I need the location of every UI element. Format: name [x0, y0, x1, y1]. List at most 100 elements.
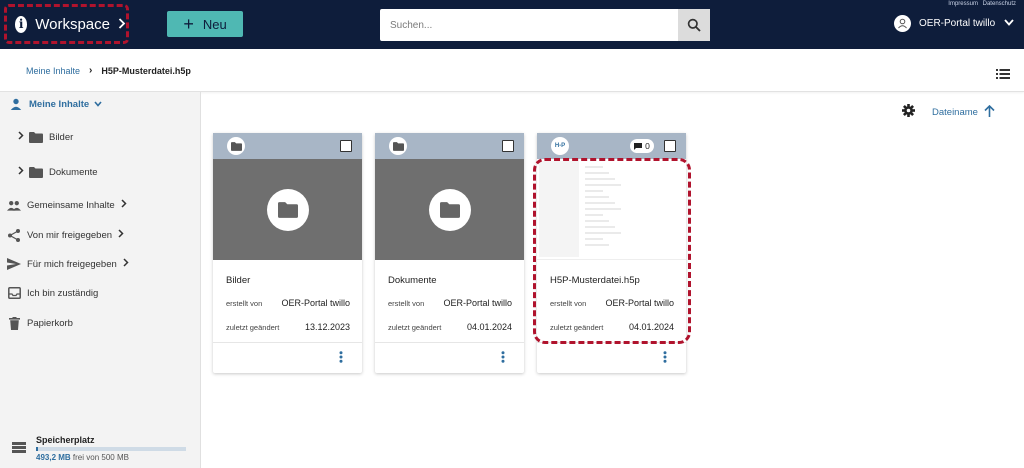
file-card-dokumente[interactable]: Dokumente erstellt von OER-Portal twillo…	[375, 133, 524, 373]
select-checkbox[interactable]	[664, 140, 676, 152]
datenschutz-link[interactable]: Datenschutz	[983, 1, 1016, 7]
card-modified-row: zuletzt geändert 13.12.2023	[226, 322, 350, 332]
card-title: H5P-Musterdatei.h5p	[550, 275, 640, 286]
sidebar-item-label: Gemeinsame Inhalte	[27, 199, 115, 211]
sidebar-item-label: Dokumente	[49, 166, 98, 178]
workspace-label: Workspace	[35, 15, 110, 33]
share-icon	[7, 228, 21, 242]
send-icon	[7, 257, 21, 271]
storage-free-text: frei von 500 MB	[72, 453, 129, 462]
person-icon	[9, 97, 23, 111]
sort-controls: Dateiname	[902, 104, 995, 120]
top-bar: Impressum Datenschutz i Workspace + Neu …	[0, 0, 1024, 49]
breadcrumb-separator-icon: ›	[89, 65, 93, 76]
new-button-label: Neu	[202, 16, 227, 32]
storage-free-amount: 493,2 MB	[36, 453, 71, 462]
card-created-row: erstellt von OER-Portal twillo	[226, 298, 350, 308]
sidebar-item-bilder[interactable]: Bilder	[18, 130, 73, 144]
top-links: Impressum Datenschutz	[945, 1, 1016, 7]
modified-label: zuletzt geändert	[226, 322, 280, 332]
sidebar-item-meine-inhalte[interactable]: Meine Inhalte	[9, 97, 102, 111]
comments-badge[interactable]: 0	[630, 139, 654, 153]
folder-icon	[428, 188, 471, 231]
search-box	[380, 9, 710, 41]
storage-icon	[12, 440, 26, 458]
storage-text: 493,2 MB frei von 500 MB	[36, 453, 186, 462]
card-preview	[537, 159, 686, 260]
sidebar-item-label: Papierkorb	[27, 317, 73, 329]
sidebar-item-von-mir-freigegeben[interactable]: Von mir freigegeben	[7, 228, 124, 242]
sort-label[interactable]: Dateiname	[932, 107, 978, 118]
sidebar-item-label: Für mich freigegeben	[27, 258, 117, 270]
card-header	[213, 133, 362, 159]
arrow-up-icon[interactable]	[984, 104, 995, 120]
more-options-icon[interactable]	[339, 350, 343, 368]
new-button[interactable]: + Neu	[167, 11, 243, 37]
impressum-link[interactable]: Impressum	[948, 1, 978, 7]
card-header: H-P 0	[537, 133, 686, 159]
sidebar-item-fuer-mich-freigegeben[interactable]: Für mich freigegeben	[7, 257, 129, 271]
user-menu[interactable]: OER-Portal twillo	[894, 15, 1014, 32]
gear-icon[interactable]	[902, 104, 915, 120]
created-label: erstellt von	[226, 298, 263, 308]
sidebar-item-label: Ich bin zuständig	[27, 287, 99, 299]
sidebar-item-dokumente[interactable]: Dokumente	[18, 165, 98, 179]
search-input[interactable]	[380, 9, 678, 41]
card-title: Bilder	[226, 275, 251, 286]
modified-date: 13.12.2023	[304, 322, 350, 332]
card-modified-row: zuletzt geändert 04.01.2024	[550, 322, 674, 332]
storage-indicator: Speicherplatz 493,2 MB frei von 500 MB	[12, 435, 186, 462]
chevron-right-icon	[121, 199, 127, 211]
more-options-icon[interactable]	[501, 350, 505, 368]
sidebar-item-gemeinsame-inhalte[interactable]: Gemeinsame Inhalte	[7, 198, 127, 212]
card-divider	[375, 342, 524, 343]
chevron-down-icon	[94, 99, 102, 110]
group-icon	[7, 198, 21, 212]
folder-type-icon	[389, 137, 407, 155]
created-by: OER-Portal twillo	[443, 298, 512, 308]
search-button[interactable]	[678, 9, 710, 41]
card-title: Dokumente	[388, 275, 437, 286]
card-modified-row: zuletzt geändert 04.01.2024	[388, 322, 512, 332]
chevron-down-icon	[1004, 18, 1014, 29]
card-created-row: erstellt von OER-Portal twillo	[388, 298, 512, 308]
folder-icon	[29, 130, 43, 144]
sidebar-item-ich-bin-zustaendig[interactable]: Ich bin zuständig	[7, 286, 98, 300]
select-checkbox[interactable]	[502, 140, 514, 152]
breadcrumb-parent[interactable]: Meine Inhalte	[26, 66, 80, 76]
sidebar: Meine Inhalte Bilder Dokumente Gemeinsam…	[0, 92, 201, 468]
list-view-icon[interactable]	[996, 66, 1010, 84]
folder-icon	[266, 188, 309, 231]
chevron-right-icon	[123, 258, 129, 270]
comment-icon	[634, 142, 643, 150]
document-thumbnail-icon	[539, 161, 621, 257]
chevron-right-icon	[18, 131, 24, 143]
chevron-right-icon	[118, 16, 126, 32]
card-divider	[537, 342, 686, 343]
sidebar-item-papierkorb[interactable]: Papierkorb	[7, 316, 73, 330]
more-options-icon[interactable]	[663, 350, 667, 368]
card-preview	[213, 159, 362, 260]
breadcrumb: Meine Inhalte › H5P-Musterdatei.h5p	[26, 65, 191, 76]
user-name: OER-Portal twillo	[919, 18, 996, 29]
trash-icon	[7, 316, 21, 330]
workspace-button[interactable]: i Workspace	[4, 4, 129, 44]
search-icon	[687, 18, 701, 32]
breadcrumb-current: H5P-Musterdatei.h5p	[101, 65, 191, 76]
modified-label: zuletzt geändert	[550, 322, 604, 332]
modified-date: 04.01.2024	[628, 322, 674, 332]
chevron-right-icon	[118, 229, 124, 241]
created-by: OER-Portal twillo	[281, 298, 350, 308]
select-checkbox[interactable]	[340, 140, 352, 152]
sidebar-item-label: Bilder	[49, 131, 74, 143]
sidebar-item-label: Von mir freigegeben	[27, 229, 113, 241]
h5p-type-icon: H-P	[551, 137, 569, 155]
folder-icon	[29, 165, 43, 179]
sidebar-item-label: Meine Inhalte	[29, 98, 90, 110]
user-avatar-icon	[898, 18, 907, 29]
inbox-icon	[7, 286, 21, 300]
file-card-h5p[interactable]: H-P 0 H5P-Musterdatei.h5p erstellt von O…	[537, 133, 686, 373]
modified-date: 04.01.2024	[466, 322, 512, 332]
file-card-bilder[interactable]: Bilder erstellt von OER-Portal twillo zu…	[213, 133, 362, 373]
storage-progress-bar	[36, 447, 186, 451]
